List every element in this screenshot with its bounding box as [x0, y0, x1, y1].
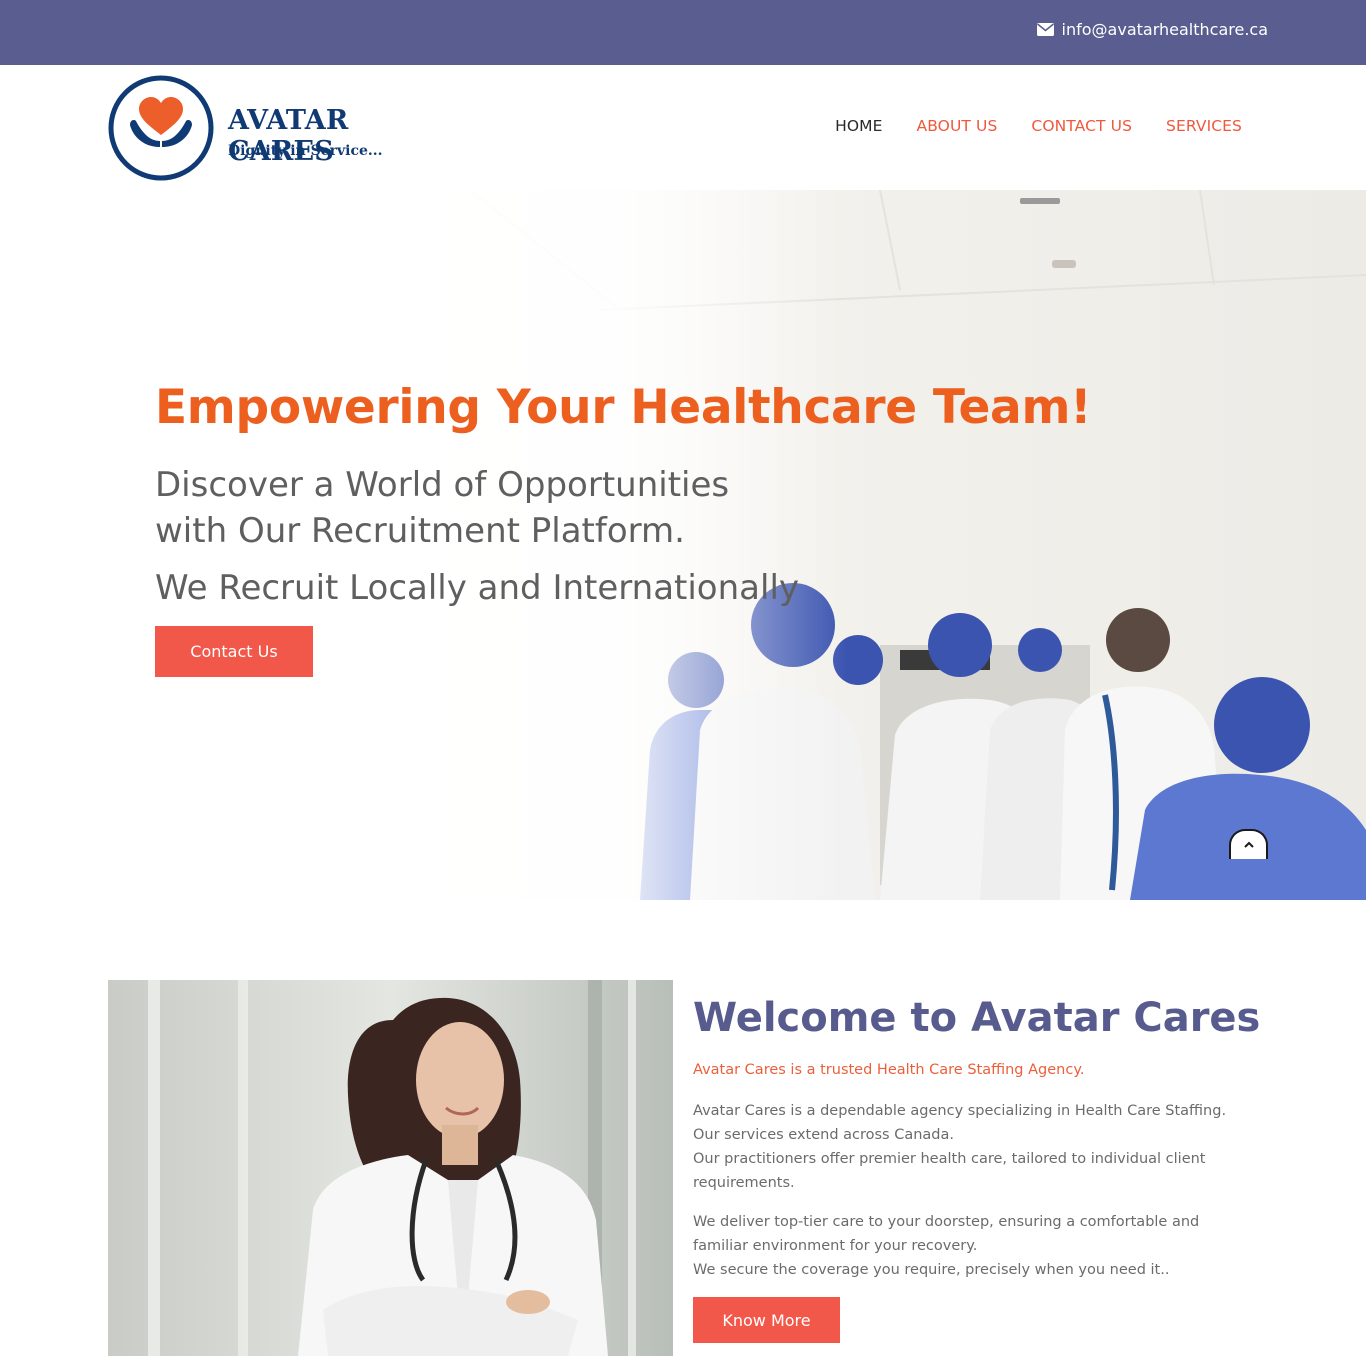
- envelope-icon: [1036, 23, 1054, 36]
- welcome-title: Welcome to Avatar Cares: [693, 995, 1261, 1041]
- hero-section: Empowering Your Healthcare Team! Discove…: [0, 190, 1366, 900]
- doctor-photo: [108, 980, 673, 1356]
- welcome-p1-line: Our practitioners offer premier health c…: [693, 1151, 1206, 1167]
- doctor-image: [108, 980, 673, 1356]
- nav-services[interactable]: SERVICES: [1166, 117, 1242, 135]
- welcome-p2-line: We deliver top-tier care to your doorste…: [693, 1214, 1200, 1230]
- welcome-p1-line: requirements.: [693, 1175, 795, 1191]
- chevron-up-icon: [1243, 841, 1254, 848]
- hero-title: Empowering Your Healthcare Team!: [155, 380, 1092, 435]
- nav-contact-us[interactable]: CONTACT US: [1031, 117, 1132, 135]
- hero-recruit-text: We Recruit Locally and Internationally: [155, 568, 800, 608]
- email-link[interactable]: info@avatarhealthcare.ca: [1036, 20, 1268, 39]
- hero-subtitle-line1: Discover a World of Opportunities: [155, 465, 730, 505]
- welcome-paragraph-1: Avatar Cares is a dependable agency spec…: [693, 1099, 1273, 1195]
- welcome-tagline: Avatar Cares is a trusted Health Care St…: [693, 1062, 1085, 1078]
- welcome-p2-line: familiar environment for your recovery.: [693, 1238, 978, 1254]
- know-more-button[interactable]: Know More: [693, 1297, 840, 1343]
- welcome-paragraph-2: We deliver top-tier care to your doorste…: [693, 1210, 1273, 1282]
- nav-about-us[interactable]: ABOUT US: [917, 117, 998, 135]
- site-header: AVATAR CARES Dignity in Service... HOME …: [0, 65, 1366, 190]
- hero-subtitle: Discover a World of Opportunities with O…: [155, 462, 795, 554]
- welcome-p2-line: We secure the coverage you require, prec…: [693, 1262, 1170, 1278]
- contact-us-button[interactable]: Contact Us: [155, 626, 313, 677]
- nav-home[interactable]: HOME: [835, 117, 882, 135]
- scroll-to-top-button[interactable]: [1229, 829, 1268, 859]
- top-bar: info@avatarhealthcare.ca: [0, 0, 1366, 65]
- heart-hands-logo-icon: [108, 75, 214, 181]
- main-nav: HOME ABOUT US CONTACT US SERVICES: [835, 117, 1242, 135]
- email-text: info@avatarhealthcare.ca: [1061, 20, 1268, 39]
- welcome-p1-line: Our services extend across Canada.: [693, 1127, 955, 1143]
- hero-subtitle-line2: with Our Recruitment Platform.: [155, 511, 685, 551]
- brand-logo[interactable]: AVATAR CARES Dignity in Service...: [108, 75, 448, 181]
- welcome-p1-line: Avatar Cares is a dependable agency spec…: [693, 1103, 1227, 1119]
- brand-tagline: Dignity in Service...: [228, 143, 383, 159]
